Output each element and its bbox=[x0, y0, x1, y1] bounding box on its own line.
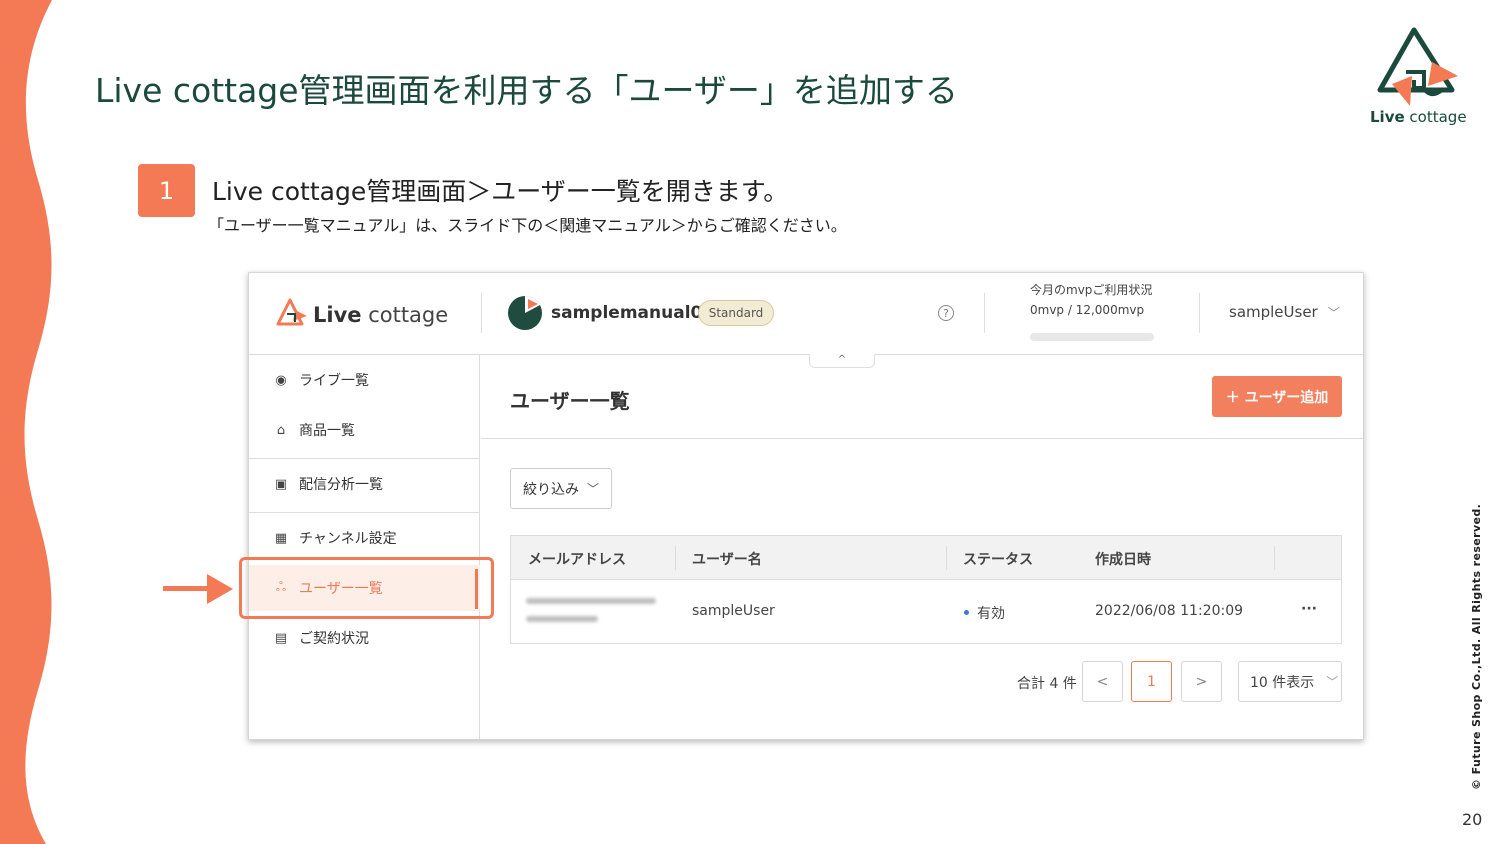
row-menu-icon[interactable]: ··· bbox=[1301, 601, 1317, 617]
column-header-username[interactable]: ユーザー名 bbox=[692, 549, 762, 569]
chevron-down-icon: ﹀ bbox=[1327, 306, 1340, 320]
sidebar: ◉ ライブ一覧 ⌂ 商品一覧 ▣ 配信分析一覧 ▦ チャンネル設定 ஃ ユーザー… bbox=[249, 355, 480, 739]
usage-value: 0mvp / 12,000mvp bbox=[1030, 303, 1145, 317]
step-title: Live cottage管理画面＞ユーザー一覧を開きます。 bbox=[212, 177, 789, 206]
usage-label: 今月のmvpご利用状況 bbox=[1030, 283, 1153, 297]
sidebar-item-contract[interactable]: ▤ ご契約状況 bbox=[249, 618, 480, 658]
arrow-right-icon bbox=[163, 574, 233, 604]
chevron-down-icon: ﹀ bbox=[1326, 675, 1339, 689]
page-number: 20 bbox=[1462, 810, 1483, 829]
play-circle-icon: ◉ bbox=[275, 372, 287, 388]
app-logo-icon[interactable] bbox=[275, 297, 309, 331]
sidebar-item-channel-settings[interactable]: ▦ チャンネル設定 bbox=[249, 518, 480, 558]
page-size-select[interactable]: 10 件表示 ﹀ bbox=[1238, 661, 1342, 702]
cell-created: 2022/06/08 11:20:09 bbox=[1095, 603, 1244, 619]
header-divider bbox=[984, 293, 985, 333]
table-header: メールアドレス ユーザー名 ステータス 作成日時 bbox=[511, 536, 1341, 580]
column-divider bbox=[675, 546, 676, 570]
main-content: ユーザー一覧 ＋ ユーザー追加 絞り込み ﹀ メールアドレス ユーザー名 ステータ… bbox=[481, 355, 1363, 739]
sidebar-divider bbox=[249, 458, 480, 459]
blurred-email bbox=[526, 594, 661, 634]
slide: Live cottage管理画面を利用する「ユーザー」を追加する Live co… bbox=[0, 0, 1500, 844]
sidebar-item-analytics[interactable]: ▣ 配信分析一覧 bbox=[249, 464, 480, 504]
usage-progress-bar bbox=[1030, 333, 1154, 341]
column-header-created[interactable]: 作成日時 bbox=[1095, 549, 1151, 569]
cell-status: 有効 bbox=[977, 606, 1005, 622]
sidebar-divider bbox=[249, 512, 480, 513]
column-header-status[interactable]: ステータス bbox=[963, 549, 1033, 569]
slide-title: Live cottage管理画面を利用する「ユーザー」を追加する bbox=[95, 71, 958, 110]
document-icon: ▤ bbox=[274, 630, 288, 646]
sidebar-item-live-list[interactable]: ◉ ライブ一覧 bbox=[249, 360, 480, 400]
header-divider bbox=[1199, 293, 1200, 333]
plan-badge: Standard bbox=[698, 300, 774, 326]
app-screenshot: Live cottage samplemanual01 Standard ? 今… bbox=[248, 272, 1364, 740]
app-name: Live cottage bbox=[313, 303, 449, 327]
copyright: © Future Shop Co.,Ltd. All Rights reserv… bbox=[1470, 503, 1483, 790]
column-divider bbox=[1274, 546, 1275, 570]
sidebar-item-products[interactable]: ⌂ 商品一覧 bbox=[249, 410, 480, 450]
add-user-button[interactable]: ＋ ユーザー追加 bbox=[1212, 376, 1342, 417]
building-icon: ▦ bbox=[274, 530, 288, 546]
next-page-button[interactable]: > bbox=[1181, 661, 1222, 702]
column-header-email[interactable]: メールアドレス bbox=[528, 549, 626, 569]
step-note: 「ユーザー一覧マニュアル」は、スライド下の＜関連マニュアル＞からご確認ください。 bbox=[208, 216, 847, 235]
current-page-button[interactable]: 1 bbox=[1131, 661, 1172, 702]
step-number-badge: 1 bbox=[138, 164, 195, 217]
header-divider bbox=[481, 293, 482, 333]
user-menu[interactable]: sampleUser ﹀ bbox=[1229, 303, 1340, 321]
prev-page-button[interactable]: < bbox=[1082, 661, 1123, 702]
filter-button[interactable]: 絞り込み ﹀ bbox=[510, 468, 612, 509]
wave-decoration bbox=[0, 0, 52, 844]
total-count: 合計 4 件 bbox=[1017, 676, 1077, 692]
chart-icon: ▣ bbox=[274, 476, 288, 492]
content-divider bbox=[481, 438, 1363, 439]
chevron-down-icon: ﹀ bbox=[586, 482, 599, 496]
highlight-box bbox=[239, 557, 494, 619]
cell-username: sampleUser bbox=[692, 603, 775, 619]
app-header: Live cottage samplemanual01 Standard ? 今… bbox=[249, 273, 1363, 355]
help-icon[interactable]: ? bbox=[938, 305, 954, 321]
users-table: メールアドレス ユーザー名 ステータス 作成日時 sampleUser 有効 2… bbox=[510, 535, 1342, 644]
status-dot-icon bbox=[964, 610, 969, 615]
channel-avatar-icon bbox=[508, 296, 542, 330]
page-title: ユーザー一覧 bbox=[510, 389, 630, 413]
brand-wordmark: Live cottage bbox=[1370, 108, 1467, 126]
column-divider bbox=[946, 546, 947, 570]
bag-icon: ⌂ bbox=[276, 422, 286, 438]
channel-name[interactable]: samplemanual01 bbox=[551, 303, 714, 323]
